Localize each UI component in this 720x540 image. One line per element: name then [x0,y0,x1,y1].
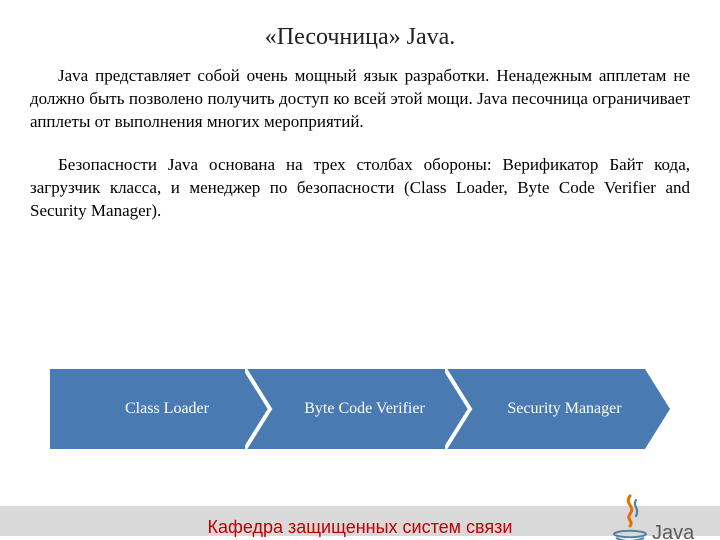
chevron-step-1: Class Loader [50,369,270,449]
paragraph-2: Безопасности Java основана на трех столб… [30,154,690,223]
chevron-step-3: Security Manager [445,369,670,449]
chevron-label-3: Security Manager [445,369,670,449]
java-logo-text: Java [652,522,695,540]
chevron-label-1: Class Loader [50,369,270,449]
paragraph-1: Java представляет собой очень мощный язы… [30,65,690,134]
chevron-process: Class Loader Byte Code Verifier Security… [50,369,670,449]
chevron-label-2: Byte Code Verifier [245,369,470,449]
chevron-step-2: Byte Code Verifier [245,369,470,449]
java-logo: Java [608,494,698,540]
page-title: «Песочница» Java. [0,24,720,51]
